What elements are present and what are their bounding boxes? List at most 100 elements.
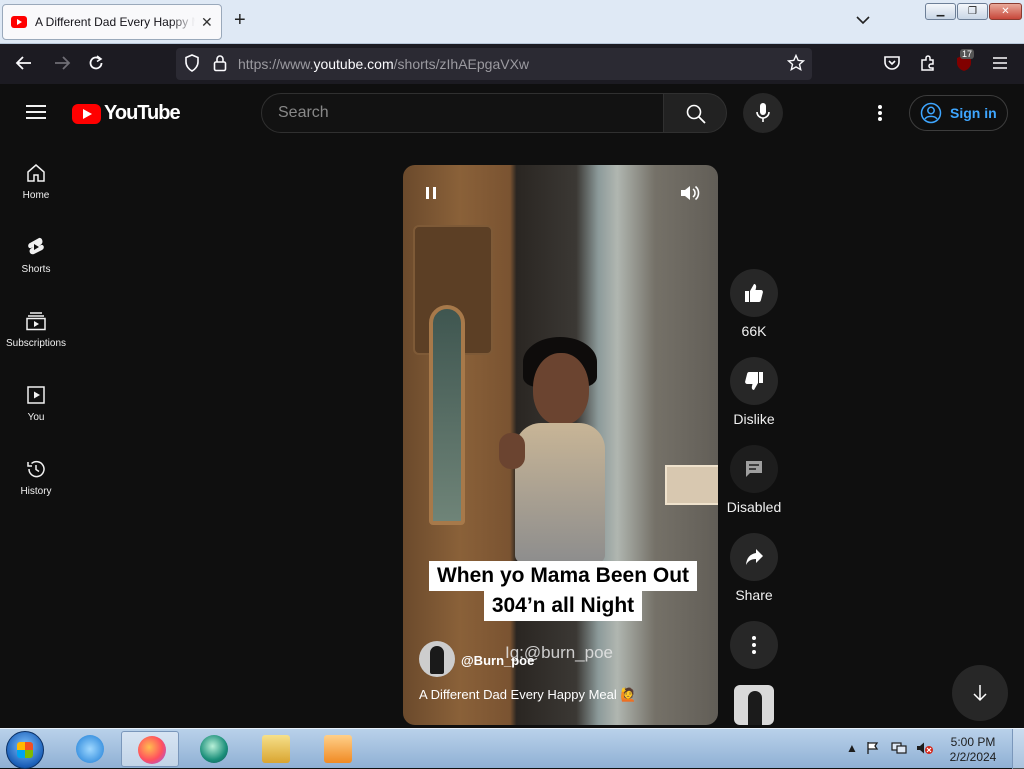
folder-icon (262, 735, 290, 763)
video-caption-overlay: When yo Mama Been Out 304’n all Night (425, 561, 701, 621)
video-frame-light-switch (665, 465, 718, 505)
action-center-flag-icon[interactable] (866, 741, 880, 758)
video-frame-person-head (533, 353, 589, 425)
network-icon[interactable] (891, 741, 907, 758)
taskbar-file-explorer[interactable] (246, 731, 304, 767)
taskbar-media-player[interactable] (308, 731, 366, 767)
windows-taskbar: ▲ 5:00 PM 2/2/2024 (0, 728, 1024, 769)
dislike-action: Dislike (726, 357, 782, 427)
search-button[interactable] (663, 93, 727, 133)
browser-tab-strip: A Different Dad Every Happy Meal ✕ + ▁ ❐… (0, 0, 1024, 44)
like-button[interactable] (730, 269, 778, 317)
youtube-favicon-icon (11, 16, 27, 28)
comments-label: Disabled (726, 499, 782, 515)
sidebar-item-you[interactable]: You (0, 384, 72, 454)
system-clock[interactable]: 5:00 PM 2/2/2024 (940, 735, 1006, 765)
dislike-button[interactable] (730, 357, 778, 405)
sidebar-item-label: You (27, 412, 45, 423)
vertical-dots-icon (752, 636, 756, 654)
close-tab-icon[interactable]: ✕ (201, 14, 213, 31)
media-player-icon (324, 735, 352, 763)
video-frame-person-hand (499, 433, 525, 469)
sidebar-item-label: History (20, 486, 52, 497)
channel-name-link[interactable]: @Burn_poe (461, 653, 534, 668)
new-tab-button[interactable]: + (234, 10, 246, 30)
shorts-video-player[interactable]: When yo Mama Been Out 304’n all Night Ig… (403, 165, 718, 725)
guide-menu-button[interactable] (26, 105, 46, 119)
window-minimize-button[interactable]: ▁ (925, 3, 956, 20)
like-count: 66K (741, 323, 767, 339)
youtube-logo-text: YouTube (104, 102, 181, 124)
search-input[interactable] (262, 94, 663, 132)
youtube-page: YouTube Sign in Home Shorts Subscription… (0, 84, 1024, 728)
shorts-icon (28, 237, 44, 255)
show-hidden-icons-icon[interactable]: ▲ (846, 741, 858, 755)
youtube-play-logo-icon (72, 103, 101, 124)
next-video-button[interactable] (952, 665, 1008, 721)
taskbar-firefox[interactable] (121, 731, 179, 767)
dislike-label: Dislike (733, 411, 775, 427)
sidebar-item-label: Subscriptions (5, 338, 67, 349)
pause-icon (426, 187, 436, 199)
home-icon (27, 164, 45, 182)
more-options-button[interactable] (730, 621, 778, 669)
volume-muted-icon[interactable] (916, 741, 934, 758)
voice-search-button[interactable] (743, 93, 783, 133)
settings-more-button[interactable] (870, 103, 890, 123)
list-all-tabs-chevron-icon[interactable] (856, 12, 870, 28)
extensions-puzzle-icon[interactable] (918, 54, 938, 74)
sidebar-item-history[interactable]: History (0, 458, 72, 528)
back-arrow-icon[interactable] (14, 54, 34, 74)
bookmark-star-icon[interactable] (786, 53, 806, 74)
caption-line-2: 304’n all Night (483, 591, 643, 621)
sidebar-item-subscriptions[interactable]: Subscriptions (0, 310, 72, 380)
sidebar-item-label: Shorts (21, 264, 51, 275)
tab-title: A Different Dad Every Happy Meal (35, 15, 195, 29)
media-app-icon (200, 735, 228, 763)
sign-in-label: Sign in (950, 105, 997, 121)
sidebar-item-shorts[interactable]: Shorts (0, 236, 72, 306)
comments-action: Disabled (726, 445, 782, 515)
pause-button[interactable] (421, 183, 441, 203)
forward-arrow-icon[interactable] (52, 54, 72, 74)
account-circle-icon (920, 102, 942, 124)
thumbs-down-icon (745, 372, 763, 390)
taskbar-internet-explorer[interactable] (60, 731, 118, 767)
share-arrow-icon (746, 549, 763, 565)
sign-in-button[interactable]: Sign in (909, 95, 1008, 131)
browser-nav-bar: https://www.youtube.com/shorts/zIhAEpgaV… (0, 44, 1024, 84)
youtube-logo[interactable]: YouTube (72, 102, 181, 125)
window-restore-button[interactable]: ❐ (957, 3, 988, 20)
url-text[interactable]: https://www.youtube.com/shorts/zIhAEpgaV… (238, 56, 529, 72)
share-button[interactable] (730, 533, 778, 581)
pocket-icon[interactable] (882, 54, 902, 74)
more-action (726, 621, 782, 669)
app-menu-hamburger-icon[interactable] (990, 54, 1010, 74)
start-button[interactable] (6, 731, 44, 769)
browser-tab-active[interactable]: A Different Dad Every Happy Meal ✕ (2, 4, 222, 40)
thumbs-up-icon (745, 284, 763, 302)
video-title[interactable]: A Different Dad Every Happy Meal 🙋 (419, 687, 637, 703)
taskbar-media-app[interactable] (184, 731, 242, 767)
firefox-icon (138, 736, 166, 764)
sidebar-item-label: Home (22, 190, 50, 201)
channel-avatar[interactable] (419, 641, 455, 677)
reload-icon[interactable] (86, 54, 106, 74)
lock-icon[interactable] (210, 54, 230, 74)
video-frame-person-body (515, 423, 605, 563)
arrow-down-icon (973, 685, 987, 702)
show-desktop-button[interactable] (1012, 729, 1024, 769)
mute-button[interactable] (679, 183, 700, 203)
sound-source-thumbnail[interactable] (734, 685, 774, 725)
caption-line-1: When yo Mama Been Out (428, 561, 698, 591)
like-action: 66K (726, 269, 782, 339)
extension-badge-count: 17 (960, 49, 975, 59)
window-close-button[interactable]: ✕ (989, 3, 1022, 20)
tracking-protection-shield-icon[interactable] (182, 54, 202, 74)
volume-icon (681, 185, 700, 201)
clock-date: 2/2/2024 (949, 750, 997, 764)
address-bar[interactable]: https://www.youtube.com/shorts/zIhAEpgaV… (176, 48, 812, 80)
comment-icon (746, 461, 762, 477)
sidebar-item-home[interactable]: Home (0, 162, 72, 232)
share-label: Share (735, 587, 773, 603)
